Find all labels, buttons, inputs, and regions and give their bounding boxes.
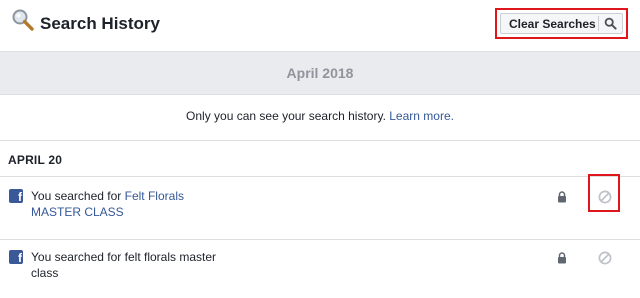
history-panel: Only you can see your search history. Le…	[0, 94, 640, 298]
privacy-notice-text: Only you can see your search history.	[186, 109, 386, 123]
hide-circle-slash-icon[interactable]	[598, 251, 612, 265]
clear-searches-button[interactable]: Clear Searches	[500, 13, 623, 34]
day-heading: APRIL 20	[8, 153, 63, 167]
clear-searches-label: Clear Searches	[509, 17, 596, 31]
lock-icon[interactable]	[557, 252, 567, 264]
magnifying-glass-icon	[12, 9, 34, 31]
facebook-icon: f	[9, 250, 23, 265]
history-item: f You searched for Felt Florals MASTER C…	[0, 189, 640, 245]
facebook-icon: f	[9, 189, 23, 204]
page-header: Search History Clear Searches	[0, 0, 640, 52]
history-item-prefix: You searched for	[31, 250, 122, 264]
month-label: April 2018	[286, 65, 354, 81]
row-divider	[0, 176, 640, 177]
learn-more-link[interactable]: Learn more.	[389, 109, 454, 123]
privacy-notice: Only you can see your search history. Le…	[0, 95, 640, 141]
lock-icon[interactable]	[557, 191, 567, 203]
hide-button-highlight	[588, 174, 620, 212]
history-item-text: You searched for felt florals master cla…	[31, 249, 231, 281]
button-divider	[598, 16, 599, 31]
history-item-prefix: You searched for	[31, 189, 122, 203]
history-item-text: You searched for Felt Florals MASTER CLA…	[31, 188, 231, 220]
month-section-header: April 2018	[0, 52, 640, 94]
history-item: f You searched for felt florals master c…	[0, 250, 640, 298]
row-divider	[0, 239, 640, 240]
search-icon[interactable]	[604, 17, 617, 30]
page-title: Search History	[40, 14, 160, 33]
clear-searches-highlight: Clear Searches	[495, 8, 628, 39]
